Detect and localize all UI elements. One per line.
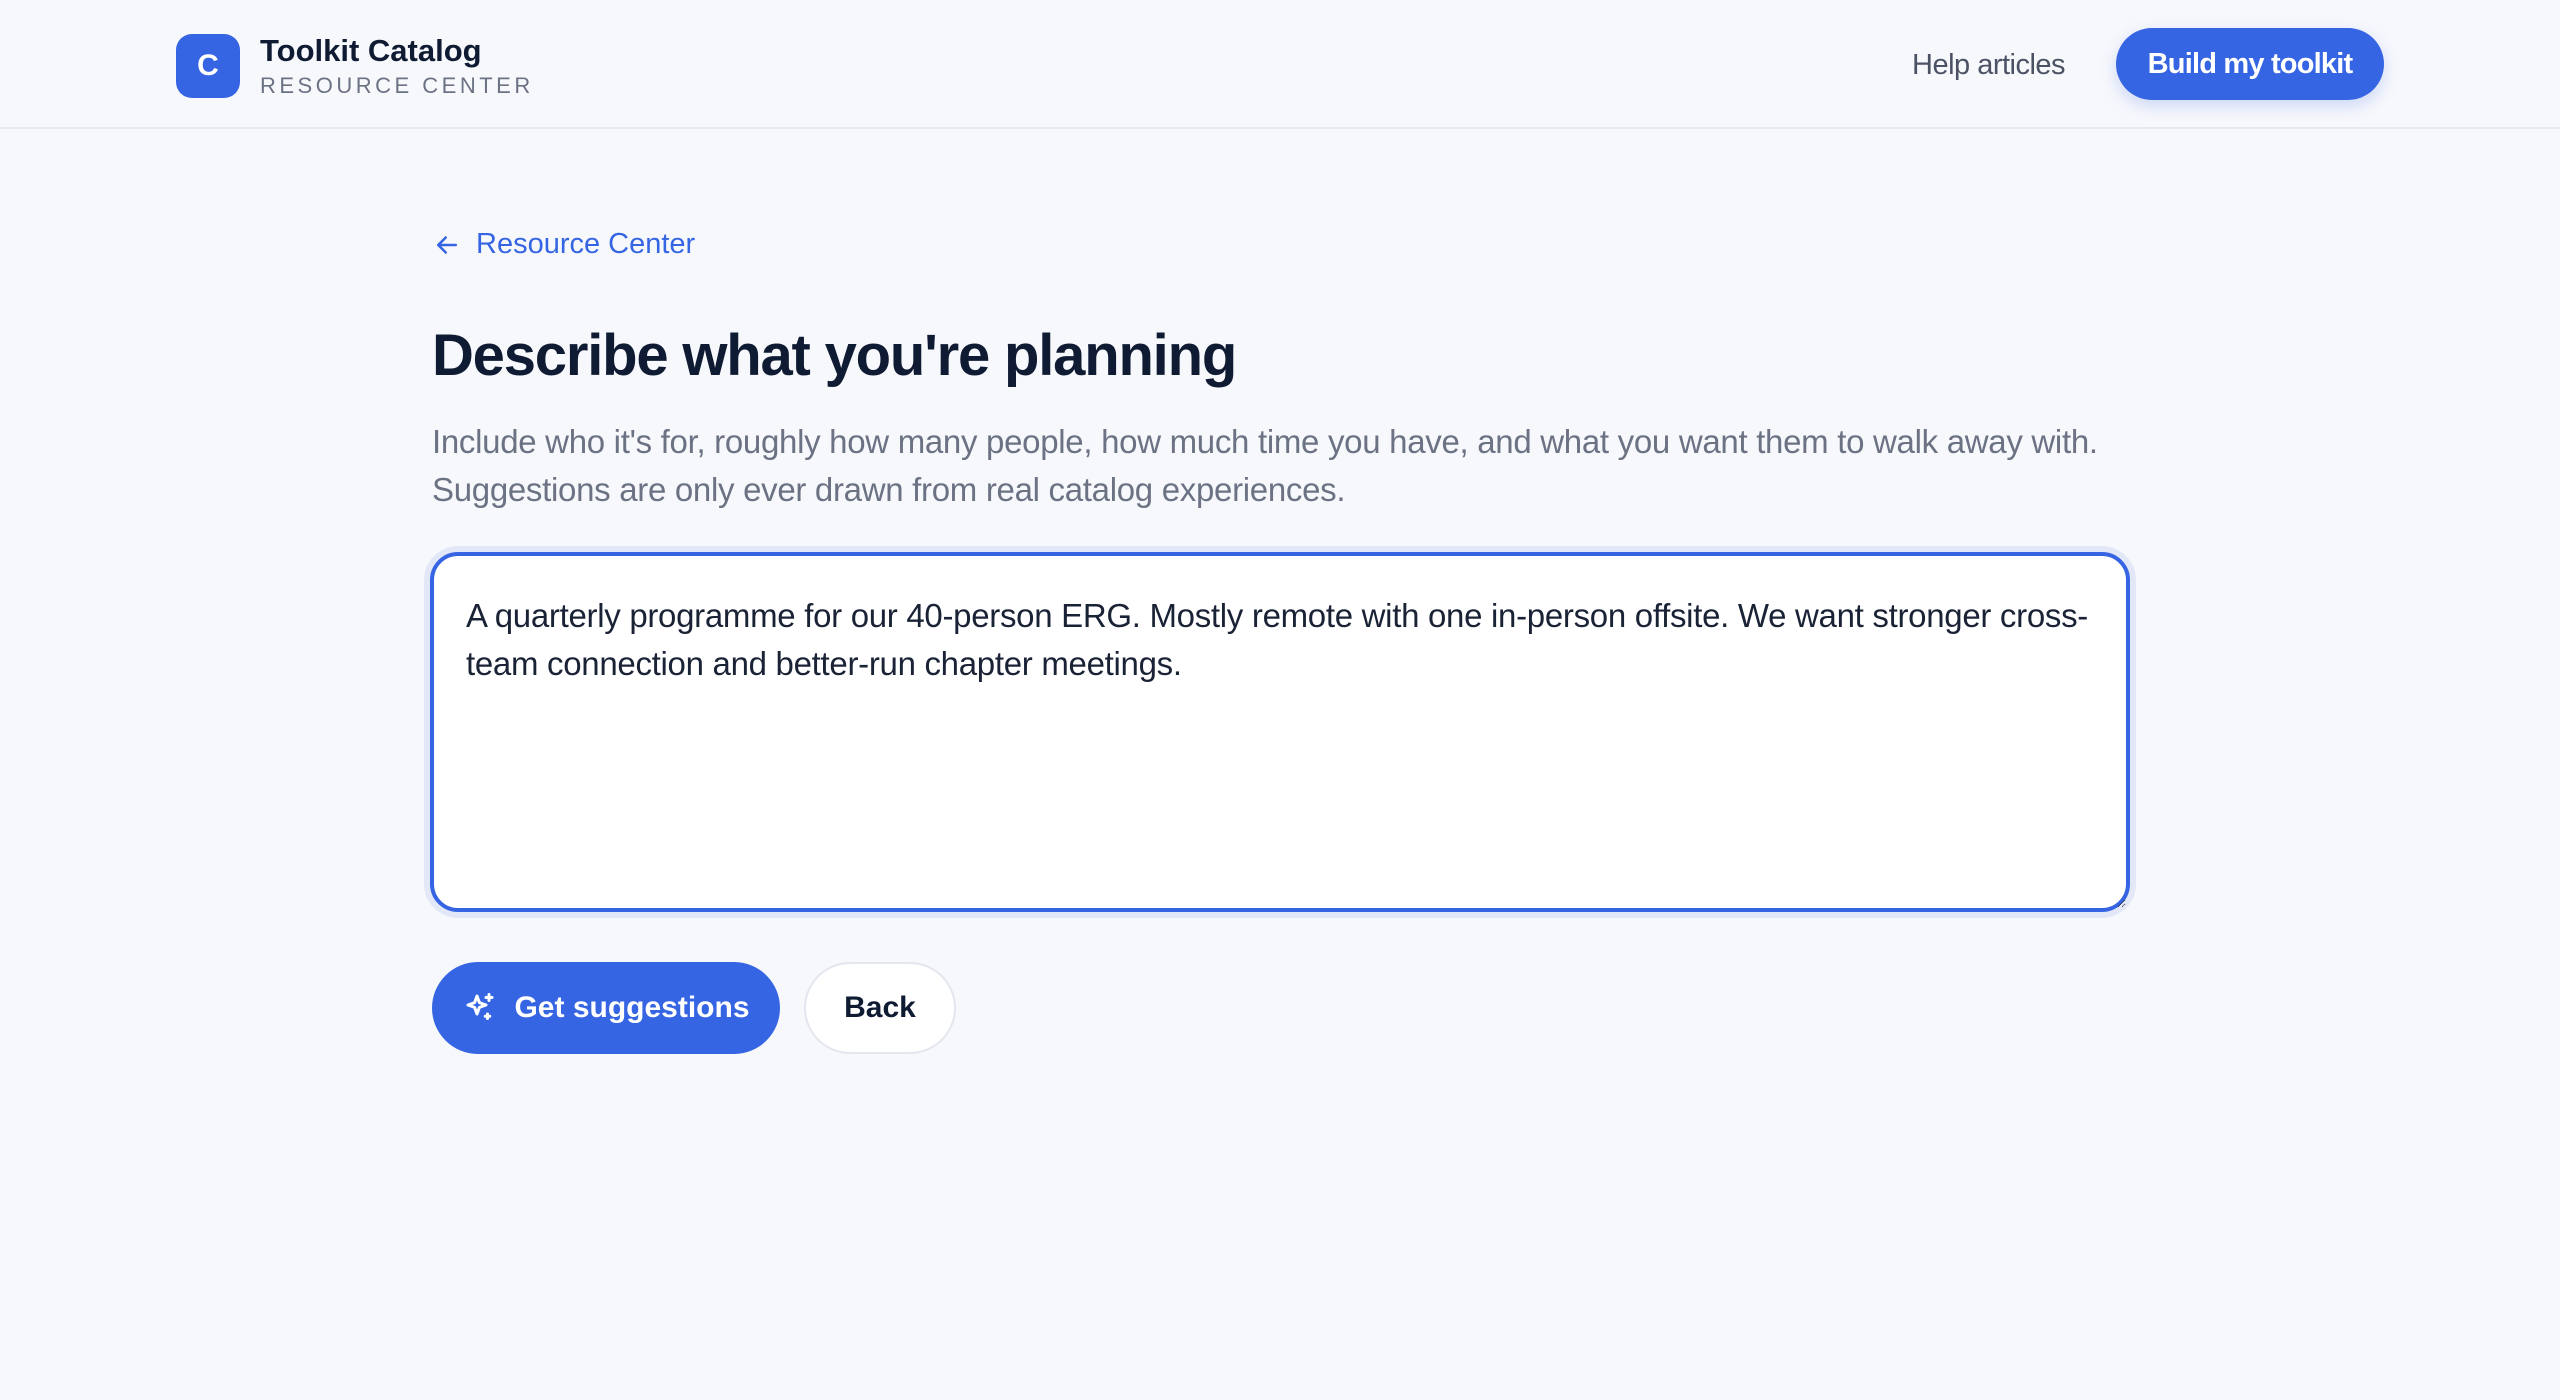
breadcrumb-back-link[interactable]: Resource Center	[432, 228, 695, 261]
get-suggestions-button[interactable]: Get suggestions	[432, 962, 780, 1054]
top-header: C Toolkit Catalog RESOURCE CENTER Help a…	[0, 0, 2560, 129]
page-title: Describe what you're planning	[432, 323, 1237, 388]
brand-title: Toolkit Catalog	[260, 33, 482, 68]
back-button[interactable]: Back	[804, 962, 956, 1054]
brand-text: Toolkit Catalog RESOURCE CENTER	[260, 32, 534, 100]
build-toolkit-button[interactable]: Build my toolkit	[2116, 28, 2384, 100]
sparkles-icon	[466, 993, 494, 1020]
plan-description-input[interactable]: A quarterly programme for our 40-person …	[430, 552, 2130, 912]
get-suggestions-label: Get suggestions	[514, 991, 750, 1024]
brand-logo: C	[176, 34, 240, 98]
page-description: Include who it's for, roughly how many p…	[432, 423, 2098, 508]
help-articles-link[interactable]: Help articles	[1912, 46, 2066, 84]
brand[interactable]: C Toolkit Catalog RESOURCE CENTER	[176, 32, 534, 100]
breadcrumb-label: Resource Center	[476, 228, 696, 260]
brand-subtitle: RESOURCE CENTER	[260, 73, 534, 98]
arrow-left-icon	[437, 235, 457, 254]
